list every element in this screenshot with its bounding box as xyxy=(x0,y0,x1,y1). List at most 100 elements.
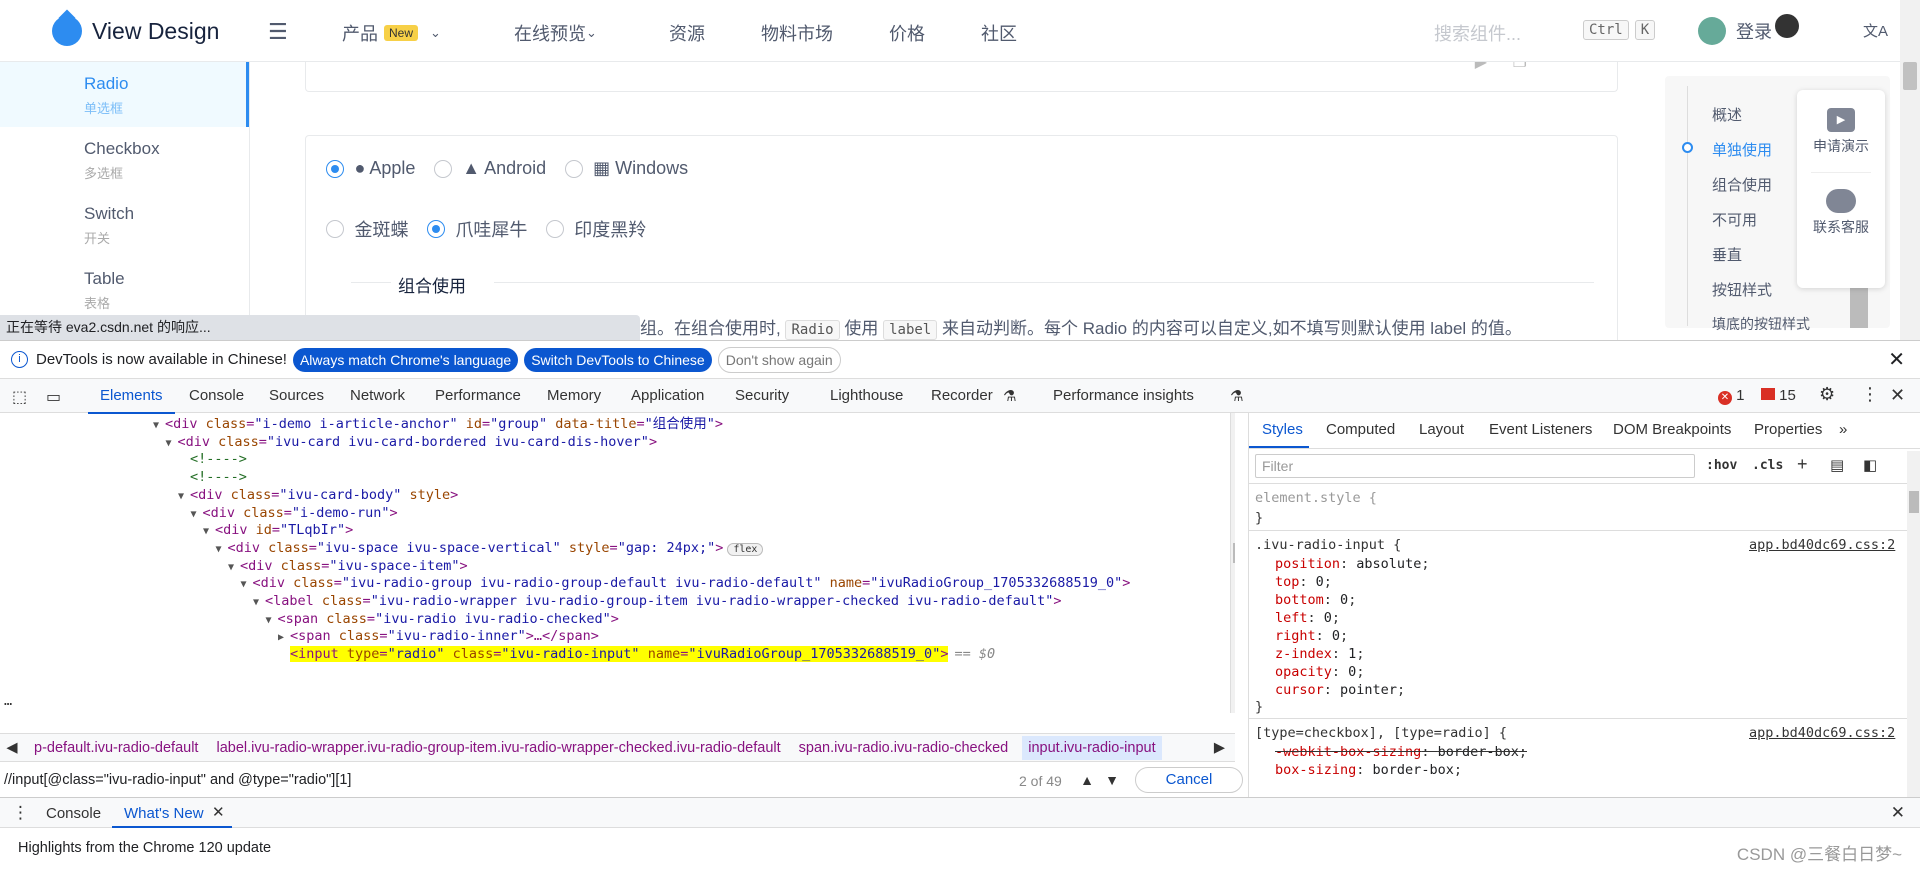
styles-scroll-thumb[interactable] xyxy=(1909,491,1919,513)
toc-item[interactable]: 组合使用 xyxy=(1712,174,1772,195)
expand-toggle-icon[interactable]: ▼ xyxy=(191,506,203,524)
toc-item-active[interactable]: 单独使用 xyxy=(1712,139,1772,160)
github-icon[interactable] xyxy=(1775,14,1799,38)
plus-icon[interactable]: + xyxy=(1797,454,1808,475)
page-scroll-thumb[interactable] xyxy=(1903,62,1917,90)
ellipsis-icon[interactable]: … xyxy=(4,693,12,709)
breadcrumb-item[interactable]: p-default.ivu-radio-default xyxy=(34,740,198,756)
rule-declaration[interactable]: z-index: 1; xyxy=(1275,645,1364,663)
tab-properties[interactable]: Properties xyxy=(1754,421,1822,438)
tab-styles[interactable]: Styles xyxy=(1262,421,1303,438)
nav-item-community[interactable]: 社区 xyxy=(981,20,1017,46)
nav-item-preview[interactable]: 在线预览 ⌄ xyxy=(514,20,597,46)
search-prev-icon[interactable]: ▲ xyxy=(1075,768,1099,792)
language-icon[interactable]: 文A xyxy=(1863,20,1888,41)
sidebar-item-checkbox[interactable]: Checkbox 多选框 xyxy=(0,127,249,192)
dom-node[interactable]: ▼ <div id="TLqbIr"> xyxy=(203,521,353,539)
sidebar-toggle-icon[interactable]: ◧ xyxy=(1863,456,1877,474)
paint-icon[interactable]: ▤ xyxy=(1830,456,1844,474)
radio-option-2[interactable] xyxy=(426,220,445,238)
radio-windows[interactable] xyxy=(564,159,583,178)
drawer-tab-whats-new[interactable]: What's New xyxy=(124,805,204,822)
nav-item-market[interactable]: 物料市场 xyxy=(761,20,833,46)
toc-item[interactable]: 垂直 xyxy=(1712,244,1742,265)
close-drawer-icon[interactable]: ✕ xyxy=(1891,803,1905,823)
dom-node[interactable]: ▼ <div class="ivu-space-item"> xyxy=(228,557,468,575)
dom-node[interactable]: ▼ <label class="ivu-radio-wrapper ivu-rad… xyxy=(253,592,1062,610)
expand-toggle-icon[interactable]: ▼ xyxy=(216,541,228,559)
dom-node[interactable]: ▼ <div class="ivu-card ivu-card-bordered … xyxy=(166,433,658,451)
tab-computed[interactable]: Computed xyxy=(1326,421,1395,438)
dom-search-input[interactable]: //input[@class="ivu-radio-input" and @ty… xyxy=(4,767,1064,793)
nav-item-product[interactable]: 产品 New ⌄ xyxy=(342,20,441,46)
breadcrumb-item[interactable]: label.ivu-radio-wrapper.ivu-radio-group-… xyxy=(217,740,781,756)
chevron-left-icon[interactable]: ◀ xyxy=(0,734,24,762)
tab-recorder[interactable]: Recorder xyxy=(931,387,993,404)
expand-toggle-icon[interactable]: ▼ xyxy=(241,576,253,594)
page-scrollbar[interactable] xyxy=(1900,0,1920,340)
radio-option-3[interactable] xyxy=(545,220,564,238)
more-tabs-icon[interactable]: » xyxy=(1839,421,1847,438)
search-next-icon[interactable]: ▼ xyxy=(1100,768,1124,792)
expand-toggle-icon[interactable]: ▼ xyxy=(166,435,178,453)
inspect-element-icon[interactable]: ⬚ xyxy=(12,387,27,407)
rule-declaration[interactable]: bottom: 0; xyxy=(1275,591,1356,609)
nav-item-resources[interactable]: 资源 xyxy=(669,20,705,46)
class-toggle[interactable]: .cls xyxy=(1752,458,1783,473)
toc-item[interactable]: 按钮样式 xyxy=(1712,279,1772,300)
radio-option-1[interactable] xyxy=(326,220,344,238)
dom-node[interactable]: ▼ <div class="ivu-radio-group ivu-radio-g… xyxy=(241,574,1131,592)
more-vertical-icon[interactable]: ⋮ xyxy=(1861,384,1879,405)
expand-toggle-icon[interactable]: ▼ xyxy=(253,594,265,612)
customer-service-label[interactable]: 联系客服 xyxy=(1797,217,1885,237)
breadcrumb-item[interactable]: span.ivu-radio.ivu-radio-checked xyxy=(799,740,1009,756)
dom-node[interactable]: ▼ <div class="i-demo i-article-anchor" id… xyxy=(153,415,723,433)
hover-state-toggle[interactable]: :hov xyxy=(1706,458,1737,473)
search-cancel-button[interactable]: Cancel xyxy=(1135,767,1243,793)
close-tab-icon[interactable]: ✕ xyxy=(212,803,225,821)
toc-item[interactable]: 填底的按钮样式 xyxy=(1712,314,1810,334)
tab-layout[interactable]: Layout xyxy=(1419,421,1464,438)
dom-node[interactable]: ▼ <div class="ivu-space ivu-space-vertica… xyxy=(216,539,764,557)
rule-declaration[interactable]: cursor: pointer; xyxy=(1275,681,1405,699)
dom-node[interactable]: <!----> xyxy=(178,468,247,486)
wechat-icon[interactable] xyxy=(1826,189,1856,213)
tab-event-listeners[interactable]: Event Listeners xyxy=(1489,421,1592,438)
tab-console[interactable]: Console xyxy=(189,387,244,404)
flex-badge[interactable]: flex xyxy=(727,542,764,556)
dont-show-again-button[interactable]: Don't show again xyxy=(717,346,841,373)
rule-source-link[interactable]: app.bd40dc69.css:2 xyxy=(1749,724,1895,742)
issue-count[interactable]: 15 xyxy=(1761,387,1796,404)
dom-node[interactable]: ▶ <span class="ivu-radio-inner">…</span> xyxy=(278,627,599,645)
site-search-input[interactable]: 搜索组件... xyxy=(1434,20,1521,46)
dom-scrollbar[interactable] xyxy=(1231,413,1235,713)
demo-request-label[interactable]: 申请演示 xyxy=(1797,136,1885,156)
tab-sources[interactable]: Sources xyxy=(269,387,324,404)
styles-scrollbar[interactable] xyxy=(1907,451,1920,797)
rule-declaration[interactable]: left: 0; xyxy=(1275,609,1340,627)
rule-declaration[interactable]: opacity: 0; xyxy=(1275,663,1364,681)
match-language-button[interactable]: Always match Chrome's language xyxy=(292,347,519,372)
dom-scroll-thumb[interactable] xyxy=(1233,543,1235,563)
tab-performance-insights[interactable]: Performance insights xyxy=(1053,387,1194,404)
dom-node[interactable]: ▼ <span class="ivu-radio ivu-radio-checke… xyxy=(266,610,619,628)
tab-elements[interactable]: Elements xyxy=(88,387,174,414)
site-logo[interactable]: View Design xyxy=(52,16,219,46)
close-devtools-icon[interactable]: ✕ xyxy=(1890,385,1905,406)
tab-network[interactable]: Network xyxy=(350,387,405,404)
tab-security[interactable]: Security xyxy=(735,387,789,404)
breadcrumb-item-active[interactable]: input.ivu-radio-input xyxy=(1022,736,1162,760)
radio-apple[interactable] xyxy=(326,159,344,178)
close-icon[interactable]: ✕ xyxy=(1888,347,1905,372)
styles-filter-input[interactable]: Filter xyxy=(1255,454,1695,478)
sidebar-item-switch[interactable]: Switch 开关 xyxy=(0,192,249,257)
expand-toggle-icon[interactable]: ▼ xyxy=(178,488,190,506)
chevron-right-icon[interactable]: ▶ xyxy=(1214,734,1225,762)
sidebar-item-radio[interactable]: Radio 单选框 xyxy=(0,62,249,127)
dom-node[interactable]: ▼ <div class="i-demo-run"> xyxy=(191,504,398,522)
expand-toggle-icon[interactable]: ▼ xyxy=(266,612,278,630)
dom-node[interactable]: <input type="radio" class="ivu-radio-inp… xyxy=(278,645,995,663)
rule-declaration[interactable]: position: absolute; xyxy=(1275,555,1429,573)
switch-chinese-button[interactable]: Switch DevTools to Chinese xyxy=(524,347,712,372)
error-count[interactable]: ✕ 1 xyxy=(1718,387,1745,405)
